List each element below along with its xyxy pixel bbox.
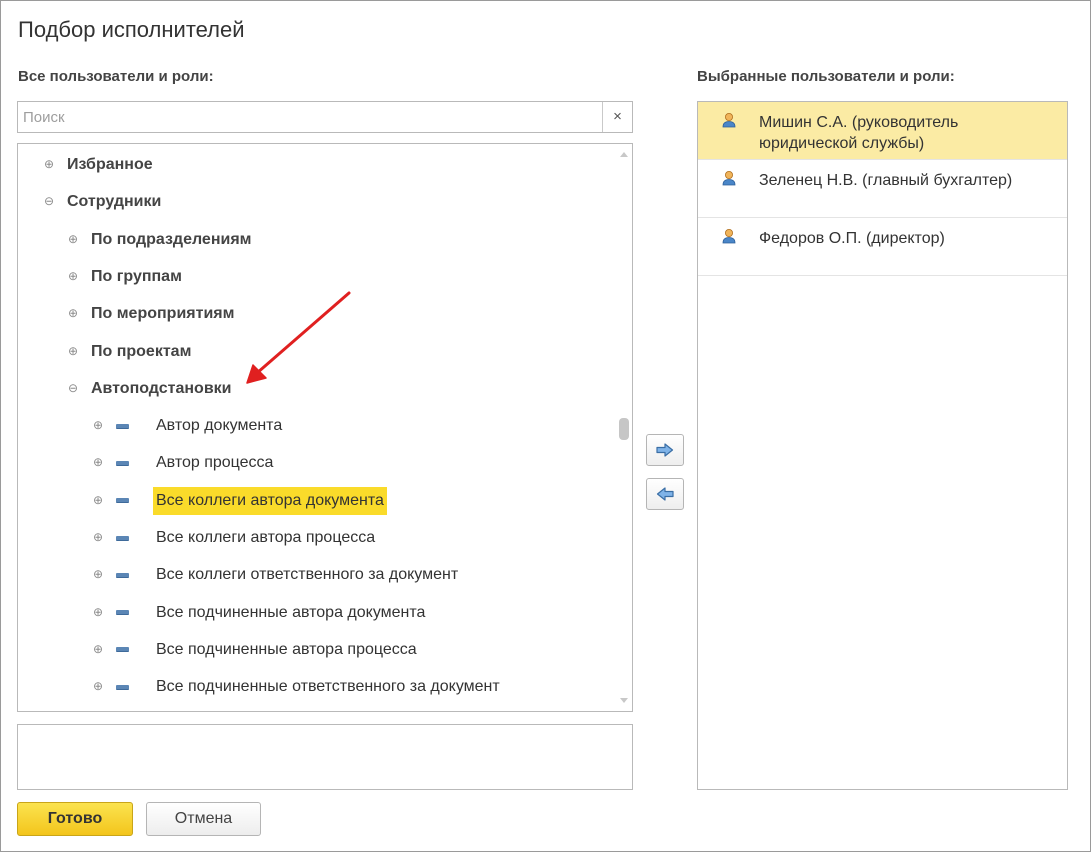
all-users-label: Все пользователи и роли:	[18, 68, 214, 85]
selected-user-name: Федоров О.П. (директор)	[759, 230, 945, 247]
expand-icon[interactable]: ⊕	[92, 643, 104, 656]
tree-item[interactable]: ⊕ Избранное	[43, 150, 156, 180]
cancel-button[interactable]: Отмена	[146, 802, 261, 836]
expand-icon[interactable]: ⊕	[67, 345, 79, 358]
expand-icon[interactable]: ⊕	[92, 456, 104, 469]
selected-user-item[interactable]: Федоров О.П. (директор)	[698, 218, 1067, 276]
tree-item-label: Все подчиненные ответственного за докуме…	[156, 678, 500, 696]
selected-users-list: Мишин С.А. (руководитель юридической слу…	[697, 101, 1068, 790]
collapse-icon[interactable]: ⊖	[67, 382, 79, 395]
tree-item-label: Автор процесса	[156, 454, 274, 472]
tree-item[interactable]: ⊕ Автор процесса	[92, 448, 276, 478]
tree-item-label: По проектам	[91, 342, 192, 360]
role-icon	[116, 572, 129, 578]
scroll-down-icon[interactable]	[620, 698, 628, 703]
expand-icon[interactable]: ⊕	[92, 680, 104, 693]
expand-icon[interactable]: ⊕	[43, 158, 55, 171]
role-icon	[116, 647, 129, 653]
expand-icon[interactable]: ⊕	[92, 419, 104, 432]
tree-item[interactable]: ⊕ Все коллеги автора документа	[92, 486, 387, 516]
tree-item-label: Все коллеги автора документа	[153, 486, 387, 515]
description-panel	[17, 724, 633, 790]
role-icon	[116, 423, 129, 429]
tree-item[interactable]: ⊕ Автор документа	[92, 411, 285, 441]
tree-item-label: Все подчиненные автора документа	[156, 603, 426, 621]
tree-item[interactable]: ⊕ Все подчиненные автора документа	[92, 598, 428, 628]
expand-icon[interactable]: ⊕	[67, 270, 79, 283]
expand-icon[interactable]: ⊕	[67, 233, 79, 246]
tree-item-label: Все подчиненные автора процесса	[156, 640, 417, 658]
tree-item[interactable]: ⊕ По группам	[67, 262, 185, 292]
tree-scrollbar[interactable]	[618, 146, 630, 709]
user-icon	[722, 229, 736, 244]
collapse-icon[interactable]: ⊖	[43, 195, 55, 208]
search-input[interactable]	[18, 102, 604, 132]
selected-users-label: Выбранные пользователи и роли:	[697, 68, 955, 85]
scroll-up-icon[interactable]	[620, 152, 628, 157]
selected-user-name: Зеленец Н.В. (главный бухгалтер)	[759, 172, 1013, 189]
remove-from-selected-button[interactable]	[646, 478, 684, 510]
tree-item[interactable]: ⊕ Все подчиненные автора процесса	[92, 635, 420, 665]
dialog-window: Подбор исполнителей Все пользователи и р…	[0, 0, 1091, 852]
selected-user-item[interactable]: Мишин С.А. (руководитель юридической слу…	[698, 102, 1067, 160]
tree-item[interactable]: ⊕ Все подчиненные ответственного за докум…	[92, 672, 503, 702]
role-icon	[116, 498, 129, 504]
tree-item[interactable]: ⊕ По подразделениям	[67, 225, 255, 255]
role-icon	[116, 684, 129, 690]
tree-item-label: По подразделениям	[91, 230, 252, 248]
tree-item-label: Все коллеги ответственного за документ	[156, 566, 459, 584]
tree-item[interactable]: ⊕ Все коллеги автора процесса	[92, 523, 378, 553]
tree-item-label: Сотрудники	[67, 193, 162, 211]
selected-user-item[interactable]: Зеленец Н.В. (главный бухгалтер)	[698, 160, 1067, 218]
scroll-thumb[interactable]	[619, 418, 629, 440]
selected-user-name: Мишин С.А. (руководитель юридической слу…	[759, 114, 959, 152]
expand-icon[interactable]: ⊕	[67, 307, 79, 320]
tree-item-label: По мероприятиям	[91, 305, 235, 323]
search-box: ×	[17, 101, 633, 133]
expand-icon[interactable]: ⊕	[92, 568, 104, 581]
tree-item-label: По группам	[91, 267, 182, 285]
user-icon	[722, 113, 736, 128]
done-button[interactable]: Готово	[17, 802, 133, 836]
user-icon	[722, 171, 736, 186]
expand-icon[interactable]: ⊕	[92, 531, 104, 544]
dialog-title: Подбор исполнителей	[18, 17, 245, 42]
tree-item[interactable]: ⊕ По проектам	[67, 337, 194, 367]
clear-search-button[interactable]: ×	[602, 102, 632, 132]
arrow-right-icon	[656, 443, 674, 457]
role-icon	[116, 535, 129, 541]
tree-item[interactable]: ⊖ Автоподстановки	[67, 374, 235, 404]
expand-icon[interactable]: ⊕	[92, 494, 104, 507]
tree-item[interactable]: ⊕ Все коллеги ответственного за документ	[92, 560, 461, 590]
tree-item-label: Автор документа	[156, 417, 283, 435]
add-to-selected-button[interactable]	[646, 434, 684, 466]
tree-item-label: Избранное	[67, 156, 153, 173]
role-icon	[116, 610, 129, 616]
users-roles-tree: ⊕ Избранное ⊖ Сотрудники ⊕ По подразделениям ⊕…	[17, 143, 633, 712]
tree-item[interactable]: ⊖ Сотрудники	[43, 187, 164, 217]
tree-item-label: Все коллеги автора процесса	[156, 529, 376, 546]
tree-item[interactable]: ⊕ По мероприятиям	[67, 299, 237, 329]
tree-item-label: Автоподстановки	[91, 379, 232, 397]
role-icon	[116, 460, 129, 466]
arrow-left-icon	[656, 487, 674, 501]
expand-icon[interactable]: ⊕	[92, 606, 104, 619]
